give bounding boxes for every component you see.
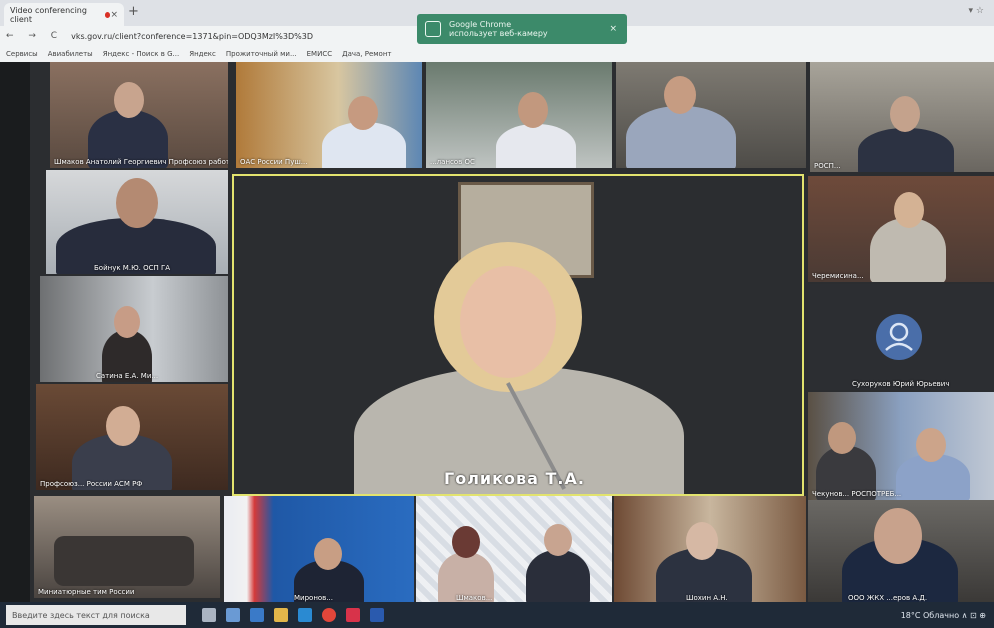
participant-name: Шохин А.Н. — [686, 594, 728, 602]
participant-name: ...лансов ОС — [430, 158, 475, 166]
participant-tile[interactable]: Чекунов... РОСПОТРЕБ... — [808, 392, 994, 500]
active-speaker-tile[interactable]: Голикова Т.А. — [232, 174, 804, 496]
participant-tile[interactable]: Шмаков... — [416, 496, 612, 604]
taskbar: Введите здесь текст для поиска 18°C Обла… — [0, 602, 994, 628]
task-view-icon[interactable] — [202, 608, 216, 622]
participant-tile[interactable]: Шмаков Анатолий Георгиевич Профсоюз рабо… — [50, 62, 228, 168]
close-icon[interactable]: × — [609, 24, 617, 34]
speaker-name: Голикова Т.А. — [444, 469, 585, 488]
yandex-icon[interactable] — [346, 608, 360, 622]
tab-video-conferencing[interactable]: Video conferencing client × — [4, 3, 124, 26]
bookmark-item[interactable]: Яндекс - Поиск в G... — [103, 50, 180, 58]
participant-tile[interactable]: ...лансов ОС — [426, 62, 612, 168]
bookmark-item[interactable]: Яндекс — [189, 50, 216, 58]
word-icon[interactable] — [370, 608, 384, 622]
camera-notification: Google Chrome использует веб-камеру × — [417, 14, 627, 44]
folder-icon[interactable] — [274, 608, 288, 622]
system-tray[interactable]: 18°C Облачно ∧ ⊡ ⊕ — [901, 611, 986, 620]
user-avatar-icon — [876, 314, 922, 360]
bookmark-item[interactable]: Дача, Ремонт — [342, 50, 391, 58]
close-icon[interactable]: × — [110, 10, 118, 20]
participant-name: Шмаков Анатолий Георгиевич Профсоюз рабо… — [54, 158, 228, 166]
taskbar-apps — [202, 608, 384, 622]
participant-name: РОСП... — [814, 162, 841, 170]
participant-name: Сухоруков Юрий Юрьевич — [852, 380, 950, 388]
participant-name: Сатина Е.А. Ми... — [96, 372, 159, 380]
browser-chrome: Video conferencing client × + ← → C vks.… — [0, 0, 994, 62]
participant-tile[interactable]: Сатина Е.А. Ми... — [40, 276, 228, 382]
bookmark-item[interactable]: ЕМИСС — [307, 50, 332, 58]
participant-tile[interactable]: РОСП... — [810, 62, 994, 172]
participant-name: ООО ЖКХ ...еров А.Д. — [848, 594, 928, 602]
toast-text: использует веб-камеру — [449, 29, 548, 38]
participant-tile[interactable]: Бойнук М.Ю. ОСП ГА — [46, 170, 228, 274]
bookmark-item[interactable]: Авиабилеты — [48, 50, 93, 58]
bookmark-item[interactable]: Прожиточный ми... — [226, 50, 297, 58]
participant-tile[interactable]: Миронов... — [224, 496, 414, 604]
participant-name: Миронов... — [294, 594, 333, 602]
participant-tile[interactable] — [616, 62, 806, 168]
participant-name: Шмаков... — [456, 594, 493, 602]
store-icon[interactable] — [226, 608, 240, 622]
participant-tile[interactable]: Шохин А.Н. — [614, 496, 806, 604]
toast-title: Google Chrome — [449, 20, 512, 29]
bookmarks-bar: Сервисы Авиабилеты Яндекс - Поиск в G...… — [0, 46, 994, 62]
window-controls[interactable]: ▾ ☆ — [969, 6, 984, 16]
participant-name: Профсоюз... России АСМ РФ — [40, 480, 143, 488]
participant-tile[interactable]: Профсоюз... России АСМ РФ — [36, 384, 228, 490]
tab-title: Video conferencing client — [10, 5, 87, 24]
participant-name: Бойнук М.Ю. ОСП ГА — [94, 264, 171, 272]
participant-tile[interactable]: Черемисина... — [808, 176, 994, 282]
participant-name: ОАС России Пуш... — [240, 158, 308, 166]
edge-icon[interactable] — [298, 608, 312, 622]
new-tab-button[interactable]: + — [128, 4, 139, 19]
nav-buttons[interactable]: ← → C — [6, 31, 63, 41]
taskbar-search-input[interactable]: Введите здесь текст для поиска — [6, 605, 186, 625]
bookmark-item[interactable]: Сервисы — [6, 50, 38, 58]
camera-icon — [425, 21, 441, 37]
participant-name: Миниатюрные тим России — [38, 588, 135, 596]
address-bar[interactable]: vks.gov.ru/client?conference=1371&pin=OD… — [71, 32, 313, 41]
participant-tile[interactable]: ОАС России Пуш... — [236, 62, 422, 168]
participant-tile[interactable]: Миниатюрные тим России — [34, 496, 220, 598]
mail-icon[interactable] — [250, 608, 264, 622]
participant-tile[interactable]: ООО ЖКХ ...еров А.Д. — [808, 500, 994, 604]
chrome-icon[interactable] — [322, 608, 336, 622]
participant-name: Черемисина... — [812, 272, 864, 280]
participant-name: Чекунов... РОСПОТРЕБ... — [812, 490, 902, 498]
